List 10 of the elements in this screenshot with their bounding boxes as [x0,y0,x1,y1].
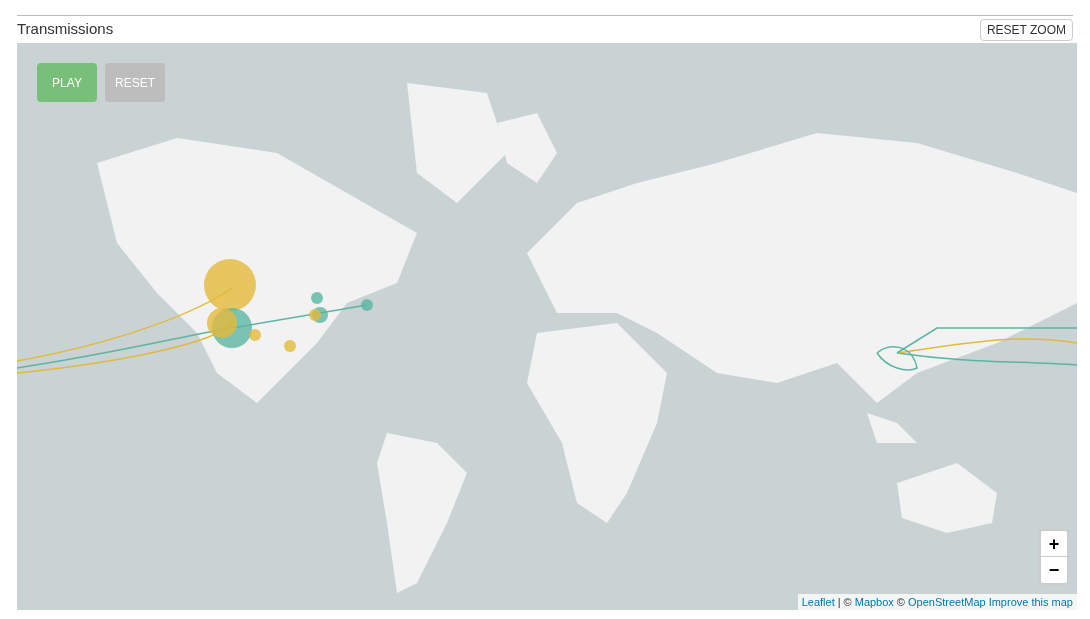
zoom-in-button[interactable]: + [1041,531,1067,557]
panel-title: Transmissions [17,19,114,40]
attribution-link[interactable]: Improve this map [988,594,1073,610]
attribution-text: © [896,595,905,610]
attribution-link[interactable]: OpenStreetMap [907,594,986,610]
attribution-text: | © [837,595,852,610]
reset-zoom-button[interactable]: RESET ZOOM [979,18,1073,41]
zoom-out-button[interactable]: − [1041,557,1067,583]
attribution-link[interactable]: Mapbox [854,594,894,610]
attribution-link[interactable]: Leaflet [801,594,835,610]
